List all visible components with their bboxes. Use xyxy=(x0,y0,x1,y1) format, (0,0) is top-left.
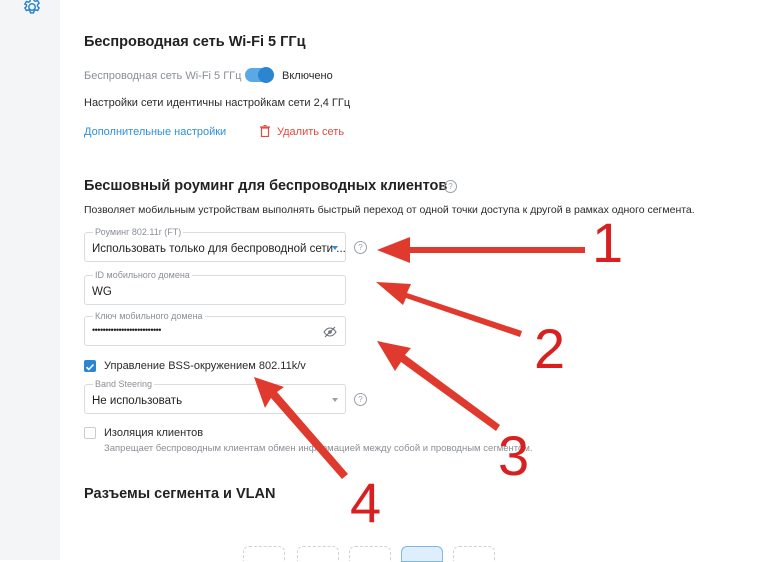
annotation-arrow-4 xyxy=(254,377,348,479)
annotation-arrow-1 xyxy=(377,237,585,263)
annotation-arrow-3 xyxy=(377,341,500,431)
annotation-number-2: 2 xyxy=(534,317,566,380)
annotation-number-4: 4 xyxy=(350,471,382,534)
annotation-number-1: 1 xyxy=(592,211,624,274)
annotation-arrows xyxy=(254,237,585,479)
annotation-arrow-2 xyxy=(376,282,522,337)
annotation-number-3: 3 xyxy=(498,424,530,487)
